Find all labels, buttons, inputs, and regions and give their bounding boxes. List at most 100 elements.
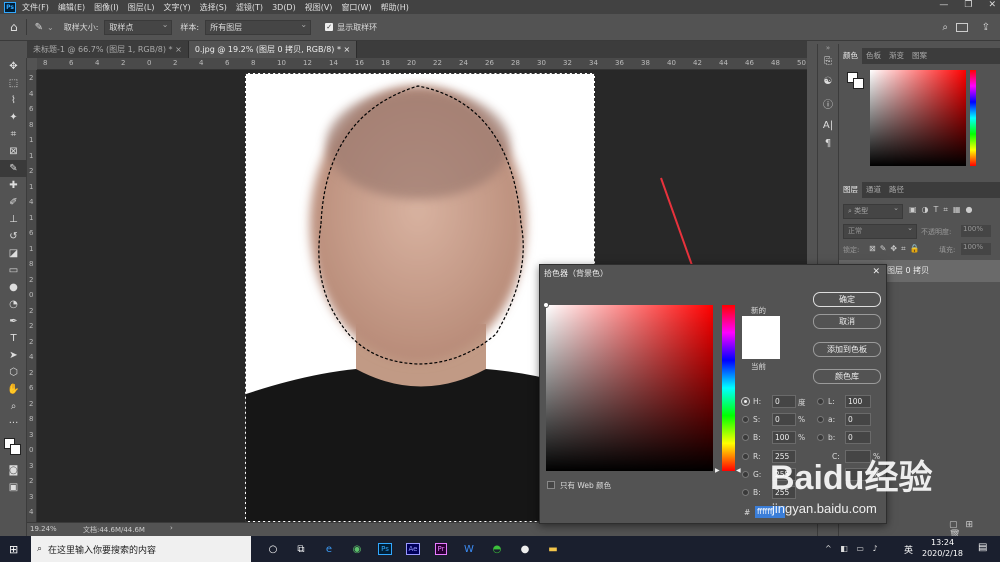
dodge-tool-icon[interactable]: ◔ — [0, 296, 27, 313]
eraser-tool-icon[interactable]: ◪ — [0, 245, 27, 262]
more-tools-icon[interactable]: ··· — [0, 415, 27, 432]
fill-value[interactable]: 100% — [961, 243, 991, 255]
eyedropper-tool-icon[interactable]: ✎ — [0, 160, 27, 177]
frame-tool-icon[interactable]: ⊠ — [0, 143, 27, 160]
clock-date[interactable]: 2020/2/18 — [922, 549, 963, 558]
lock-icons[interactable]: ⊠✎✥⌗🔒 — [869, 244, 924, 254]
collapse-panels-icon[interactable]: » — [818, 44, 838, 56]
home-icon[interactable]: ⌂ — [10, 20, 18, 34]
s-field[interactable]: 0 — [772, 413, 796, 426]
crop-tool-icon[interactable]: ⌗ — [0, 126, 27, 143]
zoom-tool-icon[interactable]: ⌕ — [0, 398, 27, 415]
color-panel-field[interactable] — [870, 70, 966, 166]
radio-lab-b[interactable] — [817, 434, 824, 441]
magic-wand-tool-icon[interactable]: ✦ — [0, 109, 27, 126]
gradient-tool-icon[interactable]: ▭ — [0, 262, 27, 279]
info-icon[interactable]: ⓘ — [818, 96, 838, 120]
task-view-icon[interactable]: ⧉ — [287, 536, 315, 562]
taskbar-search-box[interactable]: ⌕ 在这里输入你要搜索的内容 — [31, 536, 251, 562]
sample-select[interactable]: 所有图层 — [205, 18, 312, 35]
show-ring-checkbox[interactable]: ✓ — [325, 23, 334, 31]
brush-tool-icon[interactable]: ✐ — [0, 194, 27, 211]
radio-h[interactable] — [742, 398, 749, 405]
lab-b-field[interactable]: 0 — [845, 431, 871, 444]
minimize-button[interactable]: — — [939, 0, 948, 10]
current-color-swatch[interactable] — [742, 338, 780, 359]
share-icon[interactable]: ⇪ — [982, 22, 990, 33]
opacity-value[interactable]: 100% — [961, 225, 991, 237]
close-tab-icon[interactable]: × — [344, 45, 351, 54]
menu-type[interactable]: 文字(Y) — [163, 2, 190, 13]
screen-mode-icon[interactable]: ▣ — [0, 479, 27, 496]
status-menu-arrow[interactable]: › — [170, 524, 173, 532]
hue-slider[interactable] — [722, 305, 735, 471]
character-icon[interactable]: A| — [818, 120, 838, 138]
file-explorer-icon[interactable]: ▬ — [539, 536, 567, 562]
hand-tool-icon[interactable]: ✋ — [0, 381, 27, 398]
background-color-swatch[interactable] — [10, 444, 21, 455]
tab-layers[interactable]: 图层 — [839, 182, 862, 198]
dialog-close-button[interactable]: ✕ — [872, 267, 880, 277]
cancel-button[interactable]: 取消 — [813, 314, 881, 329]
tab-paths[interactable]: 路径 — [885, 182, 908, 198]
add-to-swatches-button[interactable]: 添加到色板 — [813, 342, 881, 357]
menu-edit[interactable]: 编辑(E) — [58, 2, 85, 13]
type-tool-icon[interactable]: T — [0, 330, 27, 347]
quick-mask-icon[interactable]: ◙ — [0, 462, 27, 479]
h-field[interactable]: 0 — [772, 395, 796, 408]
blur-tool-icon[interactable]: ● — [0, 279, 27, 296]
notification-icon[interactable]: ▤ — [978, 542, 987, 553]
workspace-icon[interactable] — [956, 22, 968, 32]
lasso-tool-icon[interactable]: ⌇ — [0, 92, 27, 109]
color-libraries-button[interactable]: 颜色库 — [813, 369, 881, 384]
color-panel-fg-bg[interactable] — [847, 72, 865, 90]
pen-tool-icon[interactable]: ✒ — [0, 313, 27, 330]
move-tool-icon[interactable]: ✥ — [0, 58, 27, 75]
radio-s[interactable] — [742, 416, 749, 423]
close-tab-icon[interactable]: × — [175, 45, 182, 54]
a-field[interactable]: 0 — [845, 413, 871, 426]
menu-window[interactable]: 窗口(W) — [341, 2, 371, 13]
tab-0-jpg[interactable]: 0.jpg @ 19.2% (图层 0 拷贝, RGB/8) * × — [188, 41, 358, 58]
ok-button[interactable]: 确定 — [813, 292, 881, 307]
b-field[interactable]: 100 — [772, 431, 796, 444]
clock-time[interactable]: 13:24 — [931, 538, 954, 547]
foreground-background-colors[interactable] — [0, 432, 26, 462]
tab-swatches[interactable]: 色板 — [862, 48, 885, 64]
zoom-level[interactable]: 19.24% — [30, 525, 57, 533]
browser-360-icon[interactable]: ◉ — [343, 536, 371, 562]
premiere-icon[interactable]: Pr — [427, 536, 455, 562]
color-field[interactable] — [543, 302, 713, 471]
clone-stamp-tool-icon[interactable]: ⊥ — [0, 211, 27, 228]
tab-gradients[interactable]: 渐变 — [885, 48, 908, 64]
hue-slider-handle-right[interactable]: ◀ — [736, 467, 741, 474]
photoshop-app-icon[interactable]: Ps — [4, 1, 16, 13]
shape-tool-icon[interactable]: ⬡ — [0, 364, 27, 381]
maximize-button[interactable]: ❐ — [964, 0, 972, 10]
wps-icon[interactable]: W — [455, 536, 483, 562]
cortana-icon[interactable]: ○ — [259, 536, 287, 562]
menu-file[interactable]: 文件(F) — [22, 2, 49, 13]
menu-view[interactable]: 视图(V) — [305, 2, 333, 13]
marquee-tool-icon[interactable]: ⬚ — [0, 75, 27, 92]
windows-start-icon[interactable]: ⊞ — [9, 543, 18, 556]
menu-filter[interactable]: 滤镜(T) — [236, 2, 263, 13]
layer-filter-icons[interactable]: ▣◑T⌗▦● — [909, 205, 977, 215]
input-language[interactable]: 英 — [904, 543, 913, 556]
history-brush-tool-icon[interactable]: ↺ — [0, 228, 27, 245]
color-panel-hue-slider[interactable] — [970, 70, 976, 166]
menu-select[interactable]: 选择(S) — [200, 2, 227, 13]
edge-icon[interactable]: e — [315, 536, 343, 562]
tray-icons[interactable]: ^ ◧ ▭ ♪ — [825, 544, 881, 553]
app-white-circle-icon[interactable]: ● — [511, 536, 539, 562]
web-only-checkbox[interactable] — [547, 481, 555, 489]
menu-layer[interactable]: 图层(L) — [128, 2, 155, 13]
history-icon[interactable]: ⎘ — [818, 56, 838, 76]
tab-patterns[interactable]: 图案 — [908, 48, 931, 64]
radio-rgb-b[interactable] — [742, 489, 749, 496]
search-icon[interactable]: ⌕ — [942, 22, 948, 33]
path-selection-tool-icon[interactable]: ➤ — [0, 347, 27, 364]
healing-brush-tool-icon[interactable]: ✚ — [0, 177, 27, 194]
radio-r[interactable] — [742, 453, 749, 460]
photoshop-taskbar-icon[interactable]: Ps — [371, 536, 399, 562]
